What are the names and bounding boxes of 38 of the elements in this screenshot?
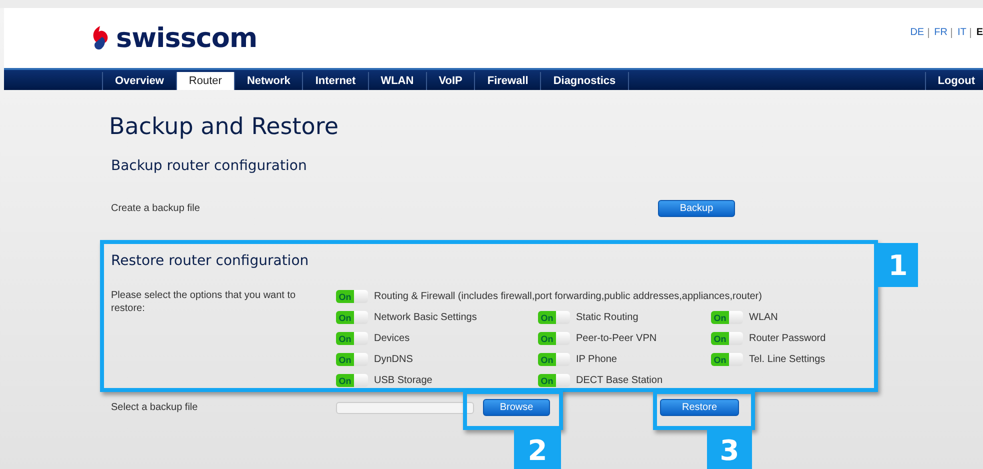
restore-button[interactable]: Restore — [660, 399, 739, 416]
option-label: Tel. Line Settings — [749, 354, 826, 365]
option-label: Network Basic Settings — [374, 312, 477, 323]
logo-text: swisscom — [116, 22, 258, 54]
nav-tab[interactable]: Network — [234, 72, 304, 90]
callout-number: 3 — [707, 430, 752, 469]
callout-number: 2 — [514, 430, 561, 469]
nav-tab[interactable]: Router — [176, 72, 235, 90]
nav-tab[interactable]: Diagnostics — [541, 72, 629, 90]
option-label: WLAN — [749, 312, 778, 323]
file-label: Select a backup file — [111, 402, 199, 413]
option-label: DynDNS — [374, 354, 413, 365]
option-label: USB Storage — [374, 375, 432, 386]
language-link[interactable]: E — [970, 28, 983, 38]
browse-button[interactable]: Browse — [483, 399, 550, 416]
section-heading: Restore router configuration — [111, 253, 309, 269]
nav-tab[interactable]: Firewall — [475, 72, 542, 90]
nav-tab[interactable]: Internet — [303, 72, 369, 90]
option-label: DECT Base Station — [576, 375, 663, 386]
page-title: Backup and Restore — [109, 114, 340, 140]
option-label: Router Password — [749, 333, 826, 344]
language-link[interactable]: FR — [928, 28, 948, 38]
option-label: IP Phone — [576, 354, 617, 365]
file-field[interactable] — [336, 402, 474, 414]
logout-link[interactable]: Logout — [924, 72, 983, 90]
callout-number: 1 — [878, 243, 918, 287]
option-label: Devices — [374, 333, 410, 344]
option-label: Routing & Firewall (includes firewall,port forwarding,public addresses,appliances,router) — [374, 291, 762, 302]
backup-label: Create a backup file — [111, 203, 201, 214]
language-link[interactable]: DE — [910, 28, 924, 38]
option-label: Static Routing — [576, 312, 638, 323]
section-heading: Backup router configuration — [111, 158, 307, 174]
restore-prompt: Please select the options that you want to restore: — [111, 290, 297, 316]
option-label: Peer-to-Peer VPN — [576, 333, 657, 344]
backup-button[interactable]: Backup — [658, 200, 735, 217]
nav-tab[interactable]: WLAN — [368, 72, 427, 90]
language-link[interactable]: IT — [951, 28, 966, 38]
nav-tab[interactable]: VoIP — [426, 72, 476, 90]
